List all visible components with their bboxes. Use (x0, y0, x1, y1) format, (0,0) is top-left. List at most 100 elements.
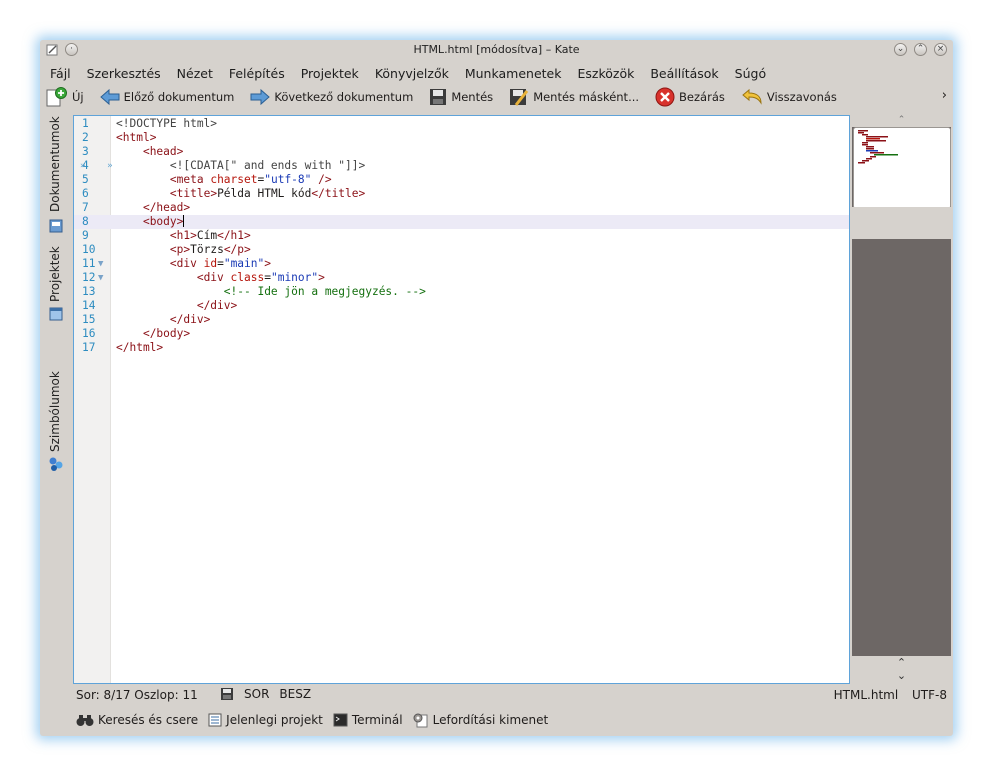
code-line-text: </body> (142, 327, 191, 340)
projects-icon[interactable] (48, 306, 64, 322)
left-sidebar: Dokumentumok Projektek Szimbólumok (40, 114, 72, 686)
undo-button[interactable]: Visszavonás (741, 88, 837, 106)
code-line[interactable]: 1 <!DOCTYPE html> (74, 117, 849, 131)
minimize-icon[interactable]: ⌄ (894, 43, 907, 56)
new-document-icon (46, 87, 67, 107)
binoculars-icon (76, 715, 94, 726)
sidebar-tab-symbols[interactable]: Szimbólumok (48, 371, 62, 452)
code-editor[interactable]: 1 <!DOCTYPE html> 2 <html> 3 <head> 4» » <![C… (73, 115, 850, 684)
encoding[interactable]: UTF-8 (912, 688, 947, 702)
scroll-down-icon[interactable]: ⌃ ⌄ (852, 656, 951, 684)
menu-help[interactable]: Súgó (735, 66, 766, 81)
code-line-text: <title>Példa HTML kód</title> (169, 187, 366, 200)
status-bar: Sor: 8/17 Oszlop: 11 SOR BESZ HTML.html … (40, 686, 953, 704)
menu-tools[interactable]: Eszközök (577, 66, 634, 81)
menu-view[interactable]: Nézet (177, 66, 213, 81)
line-number: 6 (82, 187, 89, 200)
code-line-text: </head> (142, 201, 191, 214)
toolbar-overflow-button[interactable]: › (942, 88, 947, 103)
maximize-icon[interactable]: ⌃ (914, 43, 927, 56)
code-line[interactable]: 2 <html> (74, 131, 849, 145)
code-line[interactable]: 5 <meta charset="utf-8" /> (74, 173, 849, 187)
code-line-text: <!DOCTYPE html> (116, 117, 218, 130)
code-line[interactable]: 9 <h1>Cím</h1> (74, 229, 849, 243)
code-area[interactable]: 1 <!DOCTYPE html> 2 <html> 3 <head> 4» » <![C… (74, 117, 849, 355)
previous-document-button[interactable]: Előző dokumentum (99, 88, 234, 106)
menu-file[interactable]: Fájl (50, 66, 71, 81)
build-output-icon (413, 713, 428, 728)
line-number: 17 (82, 341, 96, 354)
documents-icon[interactable] (48, 218, 64, 234)
save-status-icon (221, 688, 233, 700)
close-button[interactable]: Bezárás (655, 87, 725, 107)
code-line-text: <!-- Ide jön a megjegyzés. --> (223, 285, 426, 298)
menu-settings[interactable]: Beállítások (650, 66, 718, 81)
sidebar-tab-documents[interactable]: Dokumentumok (48, 116, 62, 212)
fold-marker-icon[interactable]: ▼ (98, 271, 103, 285)
floppy-disk-icon (430, 89, 447, 105)
whitespace-marker: » » (80, 161, 113, 171)
code-line-text: <div class="minor"> (196, 271, 325, 284)
menu-bookmarks[interactable]: Könyvjelzők (375, 66, 449, 81)
code-line[interactable]: 13 <!-- Ide jön a megjegyzés. --> (74, 285, 849, 299)
code-line-text: </div> (169, 313, 211, 326)
insert-mode[interactable]: BESZ (279, 687, 311, 701)
line-number: 16 (82, 327, 96, 340)
minimap-track[interactable] (852, 207, 951, 239)
menu-build[interactable]: Felépítés (229, 66, 285, 81)
line-number: 7 (82, 201, 89, 214)
bottom-tool-panel: Keresés és csere Jelenlegi projekt Termi… (40, 710, 953, 730)
code-line-text: <body> (116, 215, 184, 229)
sidebar-tab-projects[interactable]: Projektek (48, 246, 62, 302)
code-line[interactable]: 14 </div> (74, 299, 849, 313)
new-button[interactable]: Új (46, 87, 84, 107)
save-as-icon (510, 89, 529, 106)
code-line[interactable]: 17 </html> (74, 341, 849, 355)
code-line[interactable]: 4» » <![CDATA[" and ends with "]]> (74, 159, 849, 173)
code-line-text: <meta charset="utf-8" /> (169, 173, 332, 186)
minimap-viewport[interactable] (853, 127, 951, 209)
menu-edit[interactable]: Szerkesztés (87, 66, 161, 81)
menu-projects[interactable]: Projektek (301, 66, 359, 81)
terminal-tab[interactable]: Terminál (333, 713, 403, 727)
menu-sessions[interactable]: Munkamenetek (465, 66, 562, 81)
code-line[interactable]: 11 ▼ <div id="main"> (74, 257, 849, 271)
selection-mode[interactable]: SOR (244, 687, 269, 701)
code-line-text: </html> (116, 341, 164, 354)
scroll-up-icon[interactable]: ⌃ (852, 115, 951, 127)
main-toolbar: Új Előző dokumentum Következő dokumentum… (40, 86, 953, 108)
code-line[interactable]: 3 <head> (74, 145, 849, 159)
symbols-icon[interactable] (48, 456, 64, 472)
line-number: 13 (82, 285, 96, 298)
current-project-tab[interactable]: Jelenlegi projekt (208, 713, 323, 727)
code-line[interactable]: 6 <title>Példa HTML kód</title> (74, 187, 849, 201)
project-list-icon (208, 713, 222, 727)
search-replace-tab[interactable]: Keresés és csere (76, 713, 198, 727)
code-line[interactable]: 12 ▼ <div class="minor"> (74, 271, 849, 285)
code-line[interactable]: 16 </body> (74, 327, 849, 341)
code-line[interactable]: 10 <p>Törzs</p> (74, 243, 849, 257)
build-output-tab[interactable]: Lefordítási kimenet (413, 712, 548, 728)
line-number: 3 (82, 145, 89, 158)
undo-icon (742, 88, 762, 105)
close-icon[interactable]: × (934, 43, 947, 56)
fold-marker-icon[interactable]: ▼ (98, 257, 103, 271)
line-number: 9 (82, 229, 89, 242)
save-button[interactable]: Mentés (429, 88, 493, 106)
save-as-button[interactable]: Mentés másként... (509, 88, 639, 106)
code-line-text: <html> (116, 131, 157, 144)
line-number: 5 (82, 173, 89, 186)
close-circle-icon (655, 87, 675, 107)
line-number: 15 (82, 313, 96, 326)
code-line-text: </div> (196, 299, 238, 312)
code-line[interactable]: 15 </div> (74, 313, 849, 327)
file-name[interactable]: HTML.html (834, 688, 899, 702)
code-line-text: <p>Törzs</p> (169, 243, 251, 256)
minimap-scrollbar[interactable]: ⌃ ⌃ ⌄ (852, 115, 951, 684)
code-line-text: <div id="main"> (169, 257, 271, 270)
next-document-button[interactable]: Következő dokumentum (250, 88, 413, 106)
line-number: 1 (82, 117, 89, 130)
code-line[interactable]: 7 </head> (74, 201, 849, 215)
code-line[interactable]: 8 <body> (74, 215, 849, 229)
line-number: 2 (82, 131, 89, 144)
